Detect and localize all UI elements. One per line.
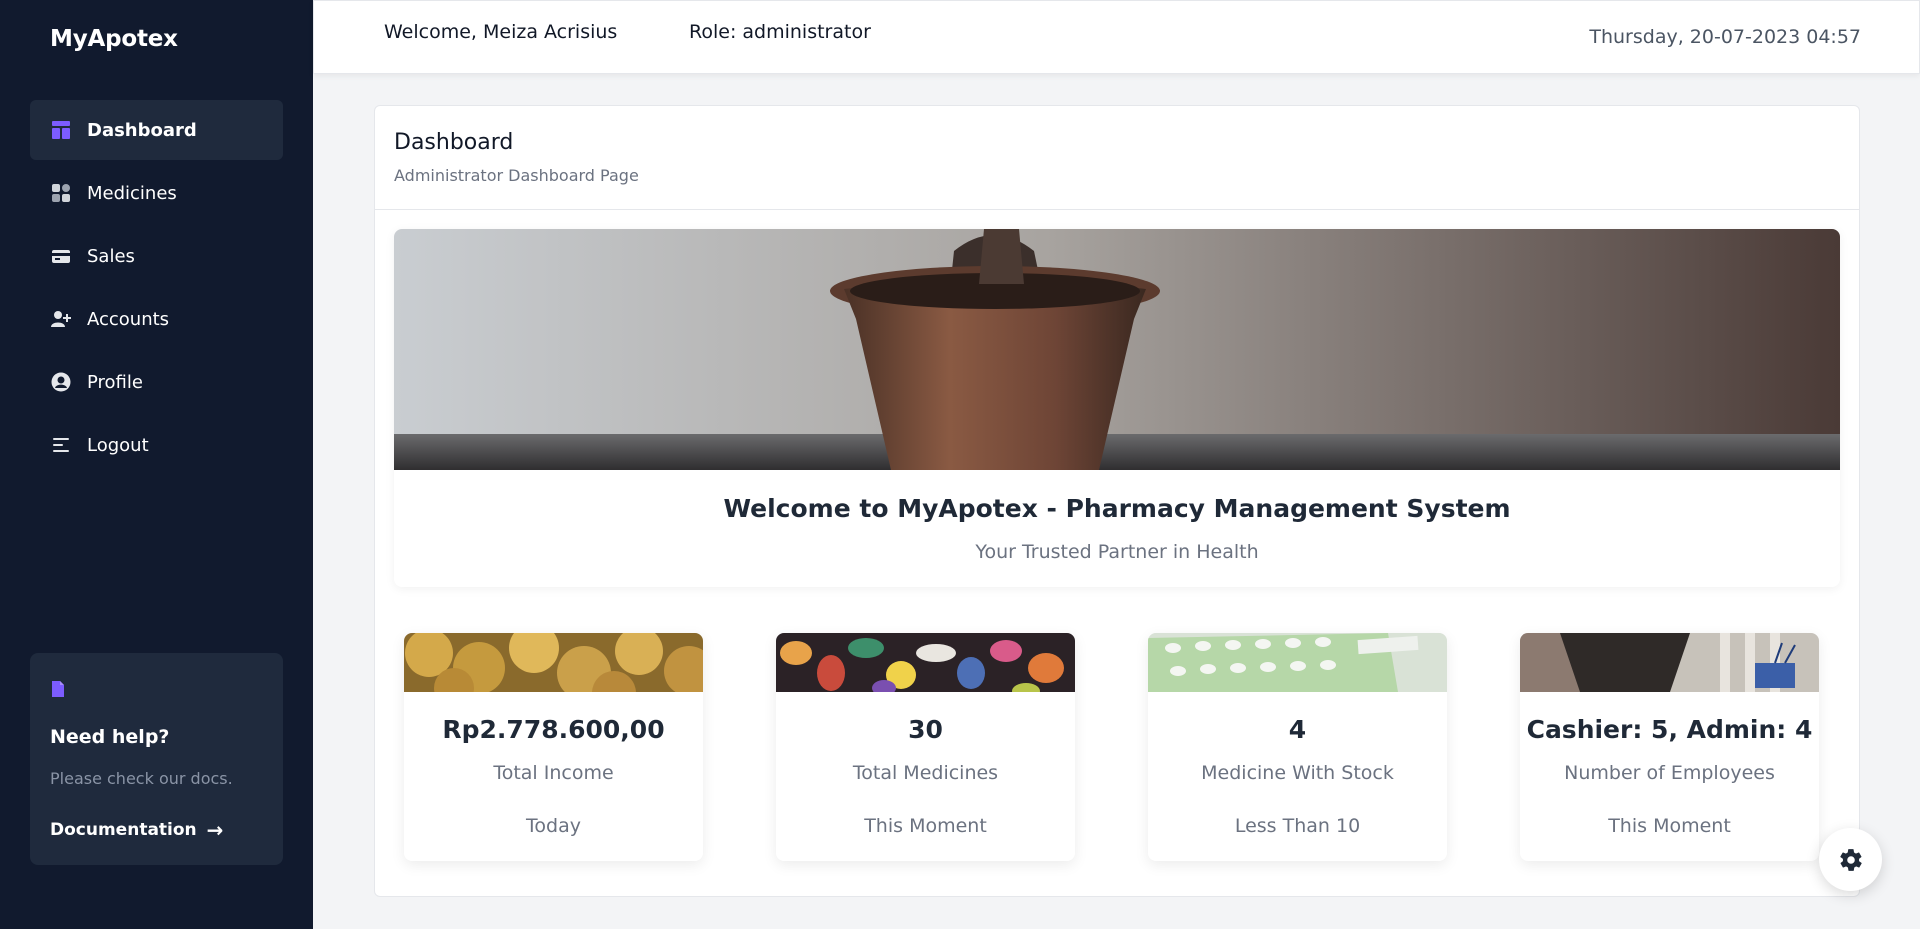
credit-card-icon [51,246,71,266]
welcome-hero: Welcome to MyApotex - Pharmacy Managemen… [394,229,1840,587]
sidebar-item-logout[interactable]: Logout [30,415,283,475]
stat-label: Total Income [493,762,614,784]
blister-pack-image [1148,633,1447,692]
stat-label: Total Medicines [852,762,999,784]
page-title: Dashboard [394,130,514,155]
pharmacist-image [1520,633,1819,692]
welcome-text: Welcome, Meiza Acrisius [384,21,618,43]
sidebar-item-medicines[interactable]: Medicines [30,163,283,223]
settings-button[interactable] [1819,828,1882,891]
sidebar-item-dashboard[interactable]: Dashboard [30,100,283,160]
user-circle-icon [51,372,71,392]
pills-image [776,633,1075,692]
hero-title: Welcome to MyApotex - Pharmacy Managemen… [723,494,1511,523]
sidebar-item-accounts[interactable]: Accounts [30,289,283,349]
sidebar-item-sales[interactable]: Sales [30,226,283,286]
sidebar: MyApotex Dashboard Medicines Sales Accou… [0,0,313,929]
menu-lines-icon [51,435,71,455]
dashboard-card: Dashboard Administrator Dashboard Page W… [374,105,1860,897]
stat-value: 4 [1288,715,1307,744]
documentation-link-label: Documentation [50,820,197,840]
coins-image [404,633,703,692]
gear-icon [1839,848,1862,871]
documentation-link[interactable]: Documentation → [50,818,223,842]
document-icon [52,681,64,697]
stat-card-medicines[interactable]: 30 Total Medicines This Moment [776,633,1075,861]
stat-period: This Moment [864,815,987,837]
mortar-pestle-image [394,229,1840,470]
stat-card-employees[interactable]: Cashier: 5, Admin: 4 Number of Employees… [1520,633,1819,861]
sidebar-nav: Dashboard Medicines Sales Accounts Profi… [30,100,283,478]
dashboard-icon [51,120,71,140]
help-title: Need help? [50,726,170,748]
stat-label: Number of Employees [1564,762,1775,784]
stat-value: 30 [908,715,943,744]
arrow-right-icon: → [206,818,224,842]
stat-value: Rp2.778.600,00 [442,715,665,744]
sidebar-item-profile[interactable]: Profile [30,352,283,412]
stat-card-low-stock[interactable]: 4 Medicine With Stock Less Than 10 [1148,633,1447,861]
sidebar-item-label: Accounts [87,308,170,330]
sidebar-item-label: Sales [87,245,135,267]
sidebar-item-label: Medicines [87,182,177,204]
hero-subtitle: Your Trusted Partner in Health [975,541,1259,563]
datetime-text: Thursday, 20-07-2023 04:57 [1589,26,1861,48]
top-bar: Welcome, Meiza Acrisius Role: administra… [313,0,1920,74]
user-add-icon [51,309,71,329]
stat-card-income[interactable]: Rp2.778.600,00 Total Income Today [404,633,703,861]
grid-icon [51,183,71,203]
stat-period: Today [526,815,581,837]
page-subtitle: Administrator Dashboard Page [394,166,639,185]
card-header: Dashboard Administrator Dashboard Page [375,106,1859,210]
brand-logo-text[interactable]: MyApotex [50,26,178,52]
stats-row: Rp2.778.600,00 Total Income Today 30 Tot… [404,633,1834,863]
sidebar-item-label: Dashboard [87,119,197,141]
sidebar-item-label: Profile [87,371,143,393]
role-text: Role: administrator [689,21,871,43]
stat-value: Cashier: 5, Admin: 4 [1526,715,1813,744]
sidebar-item-label: Logout [87,434,149,456]
help-subtitle: Please check our docs. [50,769,233,788]
stat-period: This Moment [1608,815,1731,837]
help-card: Need help? Please check our docs. Docume… [30,653,283,865]
stat-period: Less Than 10 [1234,815,1361,837]
stat-label: Medicine With Stock [1201,762,1394,784]
